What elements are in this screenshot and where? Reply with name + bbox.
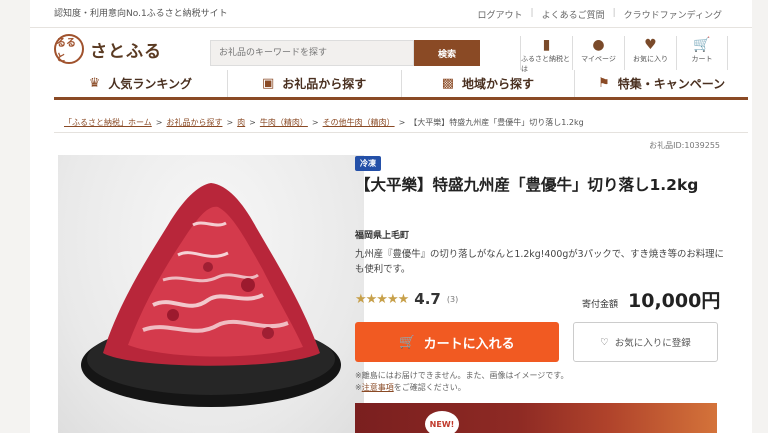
crown-icon: ♛ [88, 76, 101, 91]
map-icon: ▩ [441, 76, 455, 91]
item-id: お礼品ID:1039255 [649, 141, 720, 150]
person-icon: ● [592, 37, 605, 53]
price-label: 寄付金額 [582, 300, 619, 310]
favorites-button[interactable]: ♥ お気に入り [624, 36, 676, 70]
nav-region[interactable]: ▩ 地域から探す [402, 70, 576, 97]
star-rating-icon: ★★★★★ [355, 291, 409, 307]
crowdfunding-link[interactable]: クラウドファンディング [624, 8, 722, 21]
about-furusato-button[interactable]: ▮ ふるさと納税とは [520, 36, 572, 73]
add-to-cart-button[interactable]: 🛒 カートに入れる [355, 322, 559, 362]
cart-icon: 🛒 [693, 37, 711, 53]
divider: | [612, 8, 616, 18]
breadcrumb: 「ふるさと納税」ホーム > お礼品から探す > 肉 > 牛肉（精肉） > その他牛肉（精… [64, 117, 584, 128]
caution-link[interactable]: 注意事項 [362, 383, 394, 392]
header-icons: ▮ ふるさと納税とは ● マイページ ♥ お気に入り 🛒 カート [520, 36, 728, 73]
faq-link[interactable]: よくあるご質問 [542, 8, 605, 21]
nav-label: 地域から探す [462, 77, 535, 91]
breadcrumb-link[interactable]: その他牛肉（精肉） [323, 117, 395, 128]
heart-icon: ♥ [644, 37, 657, 53]
new-badge: NEW! [425, 411, 459, 433]
button-label: お気に入りに登録 [614, 338, 691, 349]
caution-note: ※注意事項をご確認ください。 [355, 383, 466, 392]
site-logo[interactable]: るると さとふる [54, 34, 162, 64]
divider [54, 132, 748, 133]
rating-value: 4.7 [414, 290, 441, 308]
gift-icon: ▣ [261, 76, 275, 91]
rating: ★★★★★ 4.7 (3) [355, 290, 458, 308]
site-header: るると さとふる 検索 ▮ ふるさと納税とは ● マイページ ♥ お気に入り 🛒… [30, 28, 752, 73]
breadcrumb-link[interactable]: 肉 [237, 117, 245, 128]
breadcrumb-link[interactable]: 牛肉（精肉） [260, 117, 308, 128]
product-photo[interactable] [58, 155, 364, 433]
breadcrumb-current: 【大平樂】特盛九州産「豊優牛」切り落し1.2kg [409, 118, 584, 127]
cart-button[interactable]: 🛒 カート [676, 36, 728, 70]
nav-label: 特集・キャンペーン [617, 77, 726, 91]
search-button[interactable]: 検索 [414, 40, 480, 66]
top-utility-bar: 認知度・利用意向No.1ふるさと納税サイト ログアウト | よくあるご質問 | … [30, 0, 752, 28]
nav-ranking[interactable]: ♛ 人気ランキング [54, 70, 228, 97]
product-title: 【大平樂】特盛九州産「豊優牛」切り落し1.2kg [355, 176, 699, 194]
heart-outline-icon: ♡ [600, 336, 609, 348]
breadcrumb-link[interactable]: お礼品から探す [166, 117, 222, 128]
cart-icon: 🛒 [399, 334, 416, 350]
flag-icon: ⚑ [598, 76, 610, 91]
page: 認知度・利用意向No.1ふるさと納税サイト ログアウト | よくあるご質問 | … [30, 0, 752, 433]
icon-label: マイページ [581, 55, 616, 63]
logo-mark: るると [54, 34, 84, 64]
logout-link[interactable]: ログアウト [478, 8, 523, 21]
product-description: 九州産『豊優牛』の切り落しがなんと1.2kg!400gが3パックで、すき焼き等の… [355, 249, 724, 275]
product-region[interactable]: 福岡県上毛町 [355, 228, 409, 241]
nav-features[interactable]: ⚑ 特集・キャンペーン [575, 70, 748, 97]
promo-banner[interactable]: NEW! [355, 403, 717, 433]
shipping-note: ※離島にはお届けできません。また、画像はイメージです。 [355, 371, 569, 380]
mypage-button[interactable]: ● マイページ [572, 36, 624, 70]
divider: | [530, 8, 534, 18]
nav-label: お礼品から探す [282, 77, 367, 91]
price: 10,000円 [628, 290, 721, 312]
icon-label: カート [691, 55, 713, 63]
search-bar: 検索 [210, 40, 480, 66]
search-input[interactable] [210, 40, 414, 66]
breadcrumb-link[interactable]: 「ふるさと納税」ホーム [64, 117, 152, 128]
review-count[interactable]: (3) [447, 295, 458, 304]
top-links: ログアウト | よくあるご質問 | クラウドファンディング [478, 8, 723, 21]
frozen-badge: 冷凍 [355, 156, 381, 171]
logo-text: さとふる [90, 41, 162, 62]
add-favorite-button[interactable]: ♡ お気に入りに登録 [573, 322, 718, 362]
main-nav: ♛ 人気ランキング ▣ お礼品から探す ▩ 地域から探す ⚑ 特集・キャンペーン [54, 70, 748, 100]
beef-image [81, 183, 341, 407]
nav-gifts[interactable]: ▣ お礼品から探す [228, 70, 402, 97]
site-tagline: 認知度・利用意向No.1ふるさと納税サイト [54, 9, 228, 19]
nav-label: 人気ランキング [108, 77, 193, 91]
icon-label: お気に入り [633, 55, 668, 63]
book-icon: ▮ [542, 37, 551, 53]
button-label: カートに入れる [423, 336, 515, 352]
